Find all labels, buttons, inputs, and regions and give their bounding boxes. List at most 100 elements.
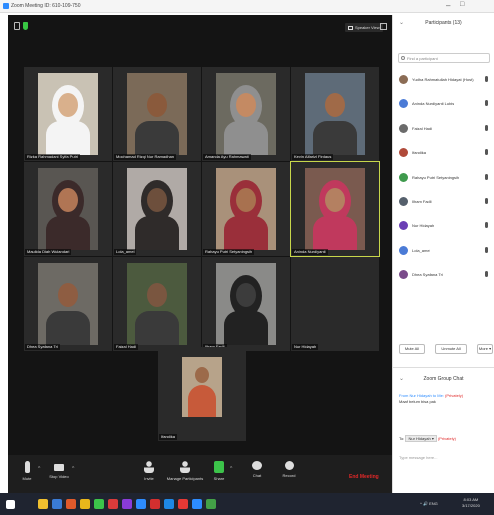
participant-search-input[interactable]: Find a participant — [398, 53, 490, 63]
participant-row[interactable]: Ifandika — [397, 143, 493, 167]
audio-options-chevron-icon[interactable]: ^ — [38, 466, 40, 472]
taskbar-app-icon[interactable] — [178, 499, 188, 509]
video-tile[interactable]: Nur Hidayah — [291, 257, 379, 351]
taskbar-app-icon[interactable] — [108, 499, 118, 509]
video-feed — [182, 357, 222, 417]
chat-label: Chat — [252, 473, 262, 478]
participant-row[interactable]: Faizal Hadi — [397, 119, 493, 143]
taskbar-app-icon[interactable] — [94, 499, 104, 509]
share-options-chevron-icon[interactable]: ^ — [230, 466, 232, 472]
taskbar-app-icon[interactable] — [38, 499, 48, 509]
chat-recipient-select[interactable]: Nur Hidayah ▾ — [405, 435, 437, 442]
participant-actions: Mute All Unmute All More ▾ — [397, 344, 493, 354]
clock-time: 8:03 AM — [463, 497, 479, 502]
windows-start-icon[interactable] — [6, 500, 15, 509]
taskbar-app-icon[interactable] — [66, 499, 76, 509]
microphone-icon[interactable] — [485, 149, 488, 156]
video-feed — [38, 168, 98, 250]
taskbar-app-icon[interactable] — [122, 499, 132, 509]
taskbar-clock[interactable]: 8:03 AM 3/17/2020 — [462, 497, 480, 509]
end-meeting-button[interactable]: End Meeting — [349, 474, 379, 480]
fullscreen-icon[interactable] — [380, 23, 387, 30]
record-icon — [284, 461, 294, 470]
avatar — [399, 148, 408, 158]
unmute-all-button[interactable]: Unmute All — [435, 344, 467, 354]
video-options-chevron-icon[interactable]: ^ — [72, 466, 74, 472]
participant-name-label: Kevin Alfarizi Firdaus — [292, 154, 334, 160]
microphone-icon[interactable] — [485, 76, 488, 82]
video-tile[interactable]: Aninda Nurdiyanti — [290, 161, 380, 257]
video-tile[interactable]: Lola_amel — [113, 162, 201, 256]
participant-head — [58, 283, 78, 307]
participant-name-label: Lola_amel — [114, 249, 137, 255]
video-feed — [216, 73, 276, 155]
microphone-icon[interactable] — [485, 173, 488, 180]
chat-title: Zoom Group Chat — [423, 376, 464, 382]
taskbar-app-icon[interactable] — [164, 499, 174, 509]
participant-name: Ifandika — [412, 150, 427, 156]
participant-row[interactable]: Rahayu Putri Setyaningsih — [397, 168, 493, 192]
record-label: Record — [282, 473, 296, 478]
taskbar-app-icon[interactable] — [206, 499, 216, 509]
meeting-info-icon[interactable] — [14, 22, 20, 30]
participant-head — [147, 93, 167, 117]
taskbar-app-icon[interactable] — [192, 499, 202, 509]
chat-message-input[interactable]: Type message here... — [399, 455, 489, 467]
participant-row[interactable]: Lola_amel — [397, 241, 493, 265]
microphone-icon[interactable] — [485, 100, 488, 107]
microphone-icon[interactable] — [485, 124, 488, 131]
video-tile[interactable]: Rizka Rahmadani Syifa Putri — [24, 67, 112, 161]
taskbar-app-icon[interactable] — [80, 499, 90, 509]
taskbar-app-icon[interactable] — [136, 499, 146, 509]
participant-name: Dhea Syafana Tri — [412, 272, 443, 278]
chat-button[interactable]: Chat — [242, 461, 272, 478]
video-tile[interactable]: Faizal Hadi — [113, 257, 201, 351]
participant-name: Nur Hidayah — [412, 223, 435, 229]
participant-row[interactable]: Yudha Rahmatullah Hidayat (Host) — [397, 70, 493, 94]
participant-row[interactable]: Dhea Syafana Tri — [397, 265, 493, 289]
invite-button[interactable]: Invite — [134, 461, 164, 481]
encryption-shield-icon[interactable] — [23, 22, 28, 30]
video-feed — [216, 168, 276, 250]
video-tile[interactable]: Kevin Alfarizi Firdaus — [291, 67, 379, 161]
clock-date: 3/17/2020 — [462, 503, 480, 508]
manage-participants-button[interactable]: Manage Participants — [162, 461, 208, 481]
more-button[interactable]: More ▾ — [477, 344, 493, 354]
microphone-icon[interactable] — [485, 246, 488, 253]
participant-name-label: Nur Hidayah — [292, 344, 319, 350]
speaker-view-button[interactable]: Speaker View — [345, 23, 383, 32]
mute-all-button[interactable]: Mute All — [399, 344, 425, 354]
participant-head — [147, 188, 167, 212]
microphone-icon[interactable] — [485, 197, 488, 204]
participant-row[interactable]: Ilham Fadli — [397, 192, 493, 216]
participant-body — [135, 121, 179, 155]
video-tile[interactable]: Rahayu Putri Setyaningsih — [202, 162, 290, 256]
taskbar-app-icon[interactable] — [52, 499, 62, 509]
participants-icon — [180, 461, 190, 473]
record-button[interactable]: Record — [274, 461, 304, 478]
video-tile-ifandika[interactable]: Ifandika — [158, 347, 246, 441]
participant-row[interactable]: Aninda Nurdiyanti Lubis — [397, 94, 493, 118]
taskbar-app-icon[interactable] — [150, 499, 160, 509]
system-tray[interactable]: ^ 🔊 ENG — [420, 501, 438, 506]
video-tile[interactable]: Maulida Diah Wulandari — [24, 162, 112, 256]
minimize-button[interactable]: – — [446, 1, 450, 10]
video-tile[interactable]: Ilham Fadli — [202, 257, 290, 351]
stop-video-button[interactable]: Stop Video — [44, 461, 74, 479]
participant-body — [135, 216, 179, 250]
video-feed — [127, 73, 187, 155]
participant-row[interactable]: Nur Hidayah — [397, 216, 493, 240]
video-tile[interactable]: Dhea Syafana Tri — [24, 257, 112, 351]
maximize-button[interactable]: □ — [460, 1, 464, 8]
mute-label: Mute — [22, 476, 32, 481]
participant-name-label: Rahayu Putri Setyaningsih — [203, 249, 255, 255]
microphone-icon[interactable] — [485, 271, 488, 278]
participant-head — [58, 93, 78, 117]
participant-head — [58, 188, 78, 212]
participant-head — [236, 93, 256, 117]
video-tile[interactable]: Amanda Ayu Rahmawati — [202, 67, 290, 161]
video-tile[interactable]: Mochamad Rizqi Nur Ramadhan — [113, 67, 201, 161]
chat-message-private-tag: (Privately) — [445, 393, 464, 398]
microphone-icon[interactable] — [485, 222, 488, 229]
microphone-icon — [24, 461, 30, 473]
